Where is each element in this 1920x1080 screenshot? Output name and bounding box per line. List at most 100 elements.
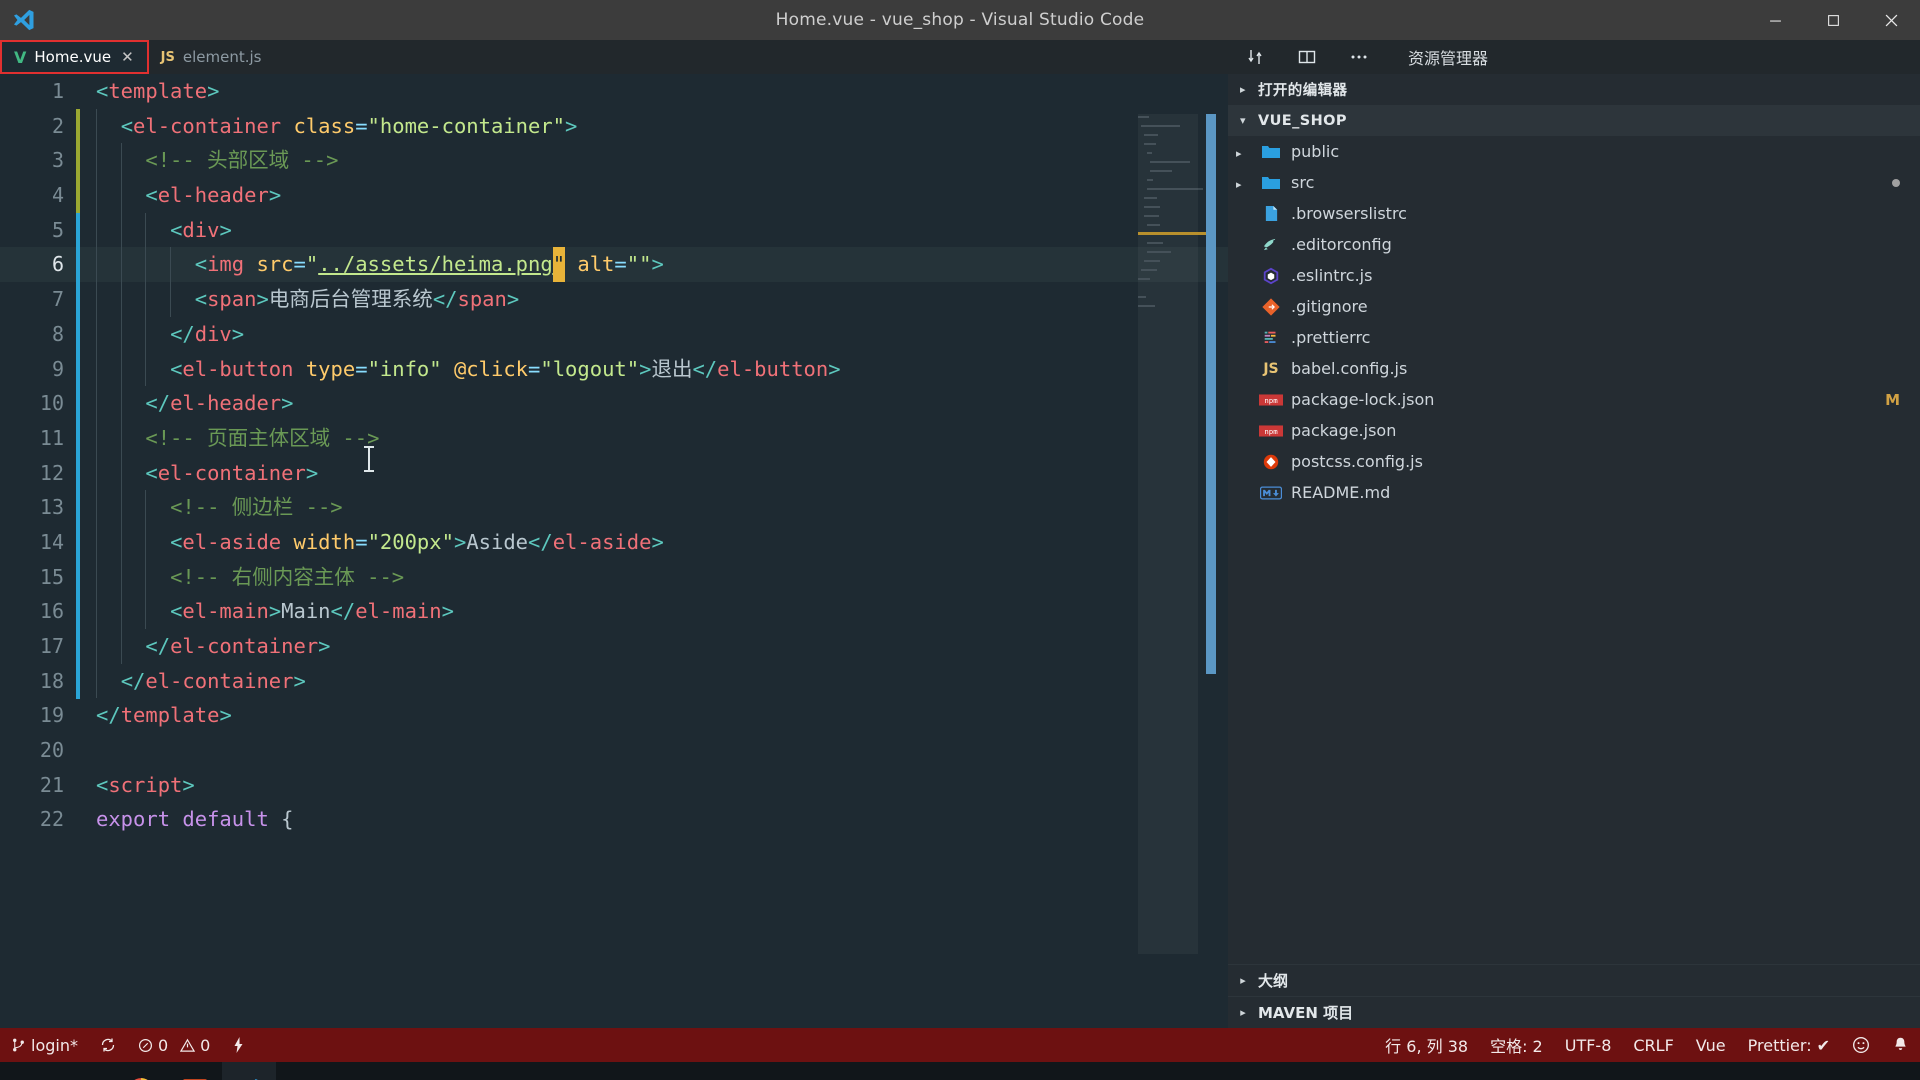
code-token: el-header	[157, 183, 269, 208]
file-row[interactable]: .eslintrc.js	[1228, 260, 1920, 291]
code-line[interactable]: 18 </el-container>	[0, 663, 1228, 699]
more-actions-icon[interactable]	[1346, 44, 1372, 70]
section-open-editors[interactable]: 打开的编辑器	[1228, 74, 1920, 105]
status-encoding[interactable]: UTF-8	[1554, 1028, 1623, 1062]
status-indentation[interactable]: 空格: 2	[1479, 1028, 1554, 1062]
code-line[interactable]: 21 <script>	[0, 768, 1228, 803]
code-line[interactable]: 8 </div>	[0, 316, 1228, 352]
code-token: >	[207, 79, 220, 103]
code-line[interactable]: 22 export default {	[0, 802, 1228, 837]
code-line[interactable]: 20	[0, 733, 1228, 768]
status-sync[interactable]	[89, 1028, 127, 1062]
code-lines[interactable]: 1 <template> 2 <el-container class="home-c…	[0, 74, 1228, 837]
section-outline[interactable]: 大纲	[1228, 964, 1920, 996]
file-row[interactable]: .prettierrc	[1228, 322, 1920, 353]
indent-guide	[120, 316, 122, 352]
indent-guide	[96, 524, 97, 560]
indent-guide	[145, 212, 147, 248]
status-feedback[interactable]	[1841, 1028, 1881, 1062]
line-number: 20	[39, 738, 64, 763]
split-editor-icon[interactable]	[1294, 44, 1320, 70]
taskbar-file-explorer[interactable]	[60, 1062, 114, 1080]
warning-icon	[180, 1038, 196, 1052]
line-content: <span>电商后台管理系统</span>	[86, 282, 519, 317]
status-branch[interactable]: login*	[0, 1028, 89, 1062]
code-line[interactable]: 14 <el-aside width="200px">Aside</el-asi…	[0, 524, 1228, 560]
status-formatter[interactable]: Prettier: ✔	[1737, 1028, 1841, 1062]
minimize-button[interactable]	[1746, 0, 1804, 40]
open-editors-label: 打开的编辑器	[1258, 83, 1348, 99]
line-content: </el-container>	[86, 663, 306, 699]
tab-home-vue[interactable]: V Home.vue ✕	[0, 40, 149, 74]
code-line[interactable]: 4 <el-header>	[0, 178, 1228, 213]
editor-group: V Home.vue ✕ JS element.js 1 <template> 2 …	[0, 40, 1228, 1028]
code-token: >	[219, 703, 232, 728]
status-problems[interactable]: 0 0	[127, 1028, 221, 1062]
code-line[interactable]: 6 <img src="../assets/heima.png" alt="">	[0, 247, 1228, 283]
code-line[interactable]: 2 <el-container class="home-container">	[0, 108, 1228, 144]
maximize-button[interactable]	[1804, 0, 1862, 40]
file-row[interactable]: npm package-lock.json M	[1228, 384, 1920, 415]
code-token: el-container	[145, 668, 294, 693]
code-token: el-container	[133, 113, 282, 138]
git-icon	[1258, 297, 1284, 316]
editor-scrollbar-thumb[interactable]	[1206, 114, 1216, 674]
file-row[interactable]: README.md	[1228, 477, 1920, 508]
section-project-root[interactable]: VUE_SHOP	[1228, 105, 1920, 136]
code-line[interactable]: 19 </template>	[0, 698, 1228, 733]
code-token: ""	[626, 252, 652, 277]
explorer-tree[interactable]: 打开的编辑器 VUE_SHOP ▸ public ▸ src .browserslist…	[1228, 74, 1920, 964]
code-token: >	[305, 460, 319, 485]
file-row[interactable]: postcss.config.js	[1228, 446, 1920, 477]
code-line[interactable]: 1 <template>	[0, 74, 1228, 109]
code-line[interactable]: 16 <el-main>Main</el-main>	[0, 594, 1228, 629]
section-maven-projects[interactable]: MAVEN 项目	[1228, 996, 1920, 1028]
code-line[interactable]: 11 <!-- 页面主体区域 -->	[0, 420, 1228, 456]
status-notifications[interactable]	[1881, 1028, 1920, 1062]
status-eol[interactable]: CRLF	[1622, 1028, 1684, 1062]
taskbar-chrome[interactable]	[114, 1062, 168, 1080]
tab-label: Home.vue	[34, 48, 112, 66]
code-token: el-aside	[182, 529, 282, 554]
code-token: </	[96, 703, 121, 728]
code-token: template	[120, 703, 220, 728]
code-line[interactable]: 13 <!-- 侧边栏 -->	[0, 490, 1228, 525]
code-editor[interactable]: 1 <template> 2 <el-container class="home-c…	[0, 74, 1228, 1028]
split-changes-icon[interactable]	[1242, 44, 1268, 70]
start-button[interactable]	[6, 1062, 60, 1080]
code-token: >	[268, 599, 282, 624]
code-token: >	[182, 772, 195, 797]
taskbar-powerpoint[interactable]: P	[168, 1062, 222, 1080]
folder-row[interactable]: ▸ public	[1228, 136, 1920, 167]
code-token: el-main	[355, 599, 442, 624]
file-list[interactable]: ▸ public ▸ src .browserslistrc .editorconfig.…	[1228, 136, 1920, 508]
editor-scrollbar[interactable]	[1204, 74, 1220, 1028]
file-row[interactable]: JS babel.config.js	[1228, 353, 1920, 384]
code-line[interactable]: 9 <el-button type="info" @click="logout"…	[0, 351, 1228, 387]
folder-row[interactable]: ▸ src	[1228, 167, 1920, 198]
taskbar-vscode[interactable]	[222, 1062, 276, 1080]
file-row[interactable]: npm package.json	[1228, 415, 1920, 446]
line-number: 16	[39, 599, 64, 624]
line-number: 21	[39, 772, 64, 797]
chevron-down-icon	[1236, 114, 1250, 127]
code-line[interactable]: 5 <div>	[0, 212, 1228, 248]
line-number: 18	[39, 668, 64, 693]
status-cursor-position[interactable]: 行 6, 列 38	[1374, 1028, 1479, 1062]
file-row[interactable]: .gitignore	[1228, 291, 1920, 322]
code-line[interactable]: 17 </el-container>	[0, 629, 1228, 664]
minimap-slider[interactable]	[1138, 114, 1198, 954]
code-line[interactable]: 3 <!-- 头部区域 -->	[0, 143, 1228, 179]
tab-close-icon[interactable]: ✕	[121, 48, 134, 66]
code-line[interactable]: 15 <!-- 右侧内容主体 -->	[0, 559, 1228, 595]
file-row[interactable]: .editorconfig	[1228, 229, 1920, 260]
code-line[interactable]: 10 </el-header>	[0, 386, 1228, 421]
code-line[interactable]: 12 <el-container>	[0, 455, 1228, 491]
tab-element-js[interactable]: JS element.js	[148, 40, 275, 74]
status-language-mode[interactable]: Vue	[1685, 1028, 1737, 1062]
status-lightning[interactable]	[221, 1028, 256, 1062]
code-line[interactable]: 7 <span>电商后台管理系统</span>	[0, 282, 1228, 317]
close-button[interactable]	[1862, 0, 1920, 40]
file-row[interactable]: .browserslistrc	[1228, 198, 1920, 229]
